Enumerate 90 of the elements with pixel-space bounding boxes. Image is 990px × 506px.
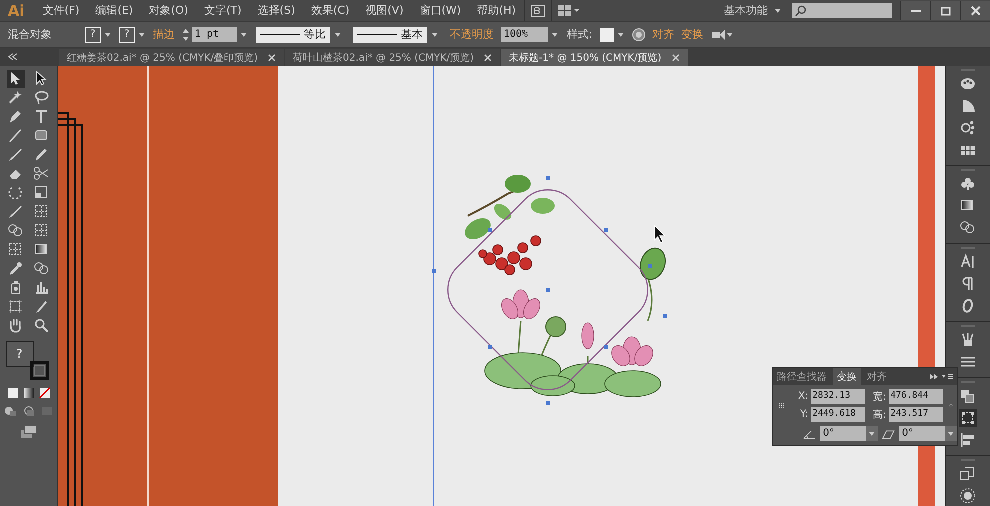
gradient-mode-icon[interactable] bbox=[22, 387, 34, 399]
panel-menu-icon[interactable] bbox=[941, 372, 953, 380]
search-icon bbox=[795, 4, 807, 16]
menu-item[interactable]: 视图(V) bbox=[358, 0, 412, 21]
search-icon[interactable] bbox=[32, 317, 50, 335]
tab-title: 未标题-1* @ 150% (CMYK/预览) bbox=[509, 52, 662, 64]
menu-item[interactable]: 帮助(H) bbox=[469, 0, 524, 21]
maximize-button[interactable] bbox=[930, 1, 960, 20]
field-label: 高: bbox=[872, 408, 887, 422]
value-field[interactable]: 2449.618 bbox=[810, 407, 865, 422]
line-icon[interactable] bbox=[6, 127, 24, 145]
field-label: Y: bbox=[799, 409, 809, 420]
caret-icon bbox=[104, 32, 112, 38]
caret-icon bbox=[138, 32, 146, 38]
document-tab[interactable]: 未标题-1* @ 150% (CMYK/预览) bbox=[501, 49, 688, 66]
cursor-icon bbox=[654, 225, 666, 244]
panel-tab[interactable]: 路径查找器 bbox=[773, 368, 831, 385]
menu-item[interactable]: 文字(T) bbox=[196, 0, 250, 21]
artboard-icon[interactable] bbox=[6, 298, 24, 316]
screen-mode-icon[interactable] bbox=[20, 425, 38, 439]
transform-icon[interactable] bbox=[959, 409, 977, 427]
fill-swatch[interactable]: ? bbox=[6, 341, 34, 367]
menu-item[interactable]: 对象(O) bbox=[141, 0, 196, 21]
stroke-swatch-icon[interactable] bbox=[30, 361, 50, 381]
tab-title: 红糖姜茶02.ai* @ 25% (CMYK/叠印预览) bbox=[67, 52, 258, 64]
angle-field[interactable]: 0° bbox=[820, 426, 878, 441]
value-field[interactable]: 2832.13 bbox=[810, 389, 865, 404]
graphic-style-dropdown[interactable] bbox=[600, 28, 625, 42]
align-icon[interactable] bbox=[959, 431, 977, 449]
brush-definition-dropdown[interactable]: 基本 bbox=[353, 26, 443, 42]
caret-icon bbox=[868, 430, 876, 436]
overlapping-squares-icon[interactable] bbox=[959, 387, 977, 405]
caret-icon bbox=[616, 32, 625, 38]
stepper-icon[interactable] bbox=[182, 28, 190, 42]
selection-type-label: 混合对象 bbox=[8, 27, 53, 42]
close-icon bbox=[968, 4, 982, 16]
stroke-line-icon bbox=[357, 32, 397, 38]
color-mode-icon[interactable] bbox=[6, 387, 18, 399]
brush-icon[interactable] bbox=[6, 203, 24, 221]
lasso-icon[interactable] bbox=[32, 89, 50, 107]
variable-width-profile-dropdown[interactable]: 等比 bbox=[256, 26, 346, 42]
draw-normal-icon[interactable] bbox=[4, 405, 18, 417]
layout-grid-icon bbox=[558, 4, 580, 16]
angle-field[interactable]: 0° bbox=[899, 426, 957, 441]
panel-tab[interactable]: 变换 bbox=[833, 368, 861, 385]
menu-item[interactable]: 文件(F) bbox=[34, 0, 88, 21]
document-tab[interactable]: 荷叶山楂茶02.ai* @ 25% (CMYK/预览) bbox=[285, 49, 500, 66]
sun-icon[interactable] bbox=[959, 487, 977, 505]
panel-tab[interactable]: 对齐 bbox=[863, 368, 891, 385]
menu-item[interactable]: 窗口(W) bbox=[412, 0, 470, 21]
style-label: 样式: bbox=[567, 27, 593, 42]
caret-icon bbox=[431, 32, 439, 38]
search-field[interactable] bbox=[792, 3, 892, 18]
caret-icon bbox=[947, 430, 955, 436]
expand-icon[interactable] bbox=[929, 372, 939, 380]
close-icon[interactable] bbox=[672, 54, 680, 62]
app-logo: Ai bbox=[7, 2, 26, 20]
minimize-icon bbox=[910, 10, 920, 12]
recolor-icon[interactable] bbox=[632, 28, 646, 42]
menu-item[interactable]: 选择(S) bbox=[250, 0, 304, 21]
caret-icon bbox=[774, 8, 782, 14]
field-label: X: bbox=[797, 391, 809, 402]
collapse-icon[interactable] bbox=[8, 53, 18, 61]
minimize-button[interactable] bbox=[900, 1, 930, 20]
workspace-switcher[interactable]: 基本功能 bbox=[714, 3, 792, 18]
stroke-line-icon bbox=[260, 32, 300, 38]
brush-icon[interactable] bbox=[6, 146, 24, 164]
value-field[interactable]: 476.844 bbox=[888, 389, 943, 404]
field-label: 宽: bbox=[872, 390, 887, 404]
caret-icon bbox=[334, 32, 342, 38]
document-tab[interactable]: 红糖姜茶02.ai* @ 25% (CMYK/叠印预览) bbox=[59, 49, 284, 66]
export-icon[interactable] bbox=[959, 465, 977, 483]
bridge-icon bbox=[531, 4, 546, 16]
menu-item[interactable]: 效果(C) bbox=[303, 0, 358, 21]
isolate-icon[interactable] bbox=[710, 28, 733, 42]
tab-title: 荷叶山楂茶02.ai* @ 25% (CMYK/预览) bbox=[293, 52, 474, 64]
close-icon[interactable] bbox=[268, 54, 276, 62]
draw-behind-icon[interactable] bbox=[22, 405, 36, 417]
value-field[interactable]: 243.517 bbox=[888, 407, 943, 422]
close-icon[interactable] bbox=[484, 54, 492, 62]
network-icon[interactable] bbox=[959, 119, 977, 137]
maximize-icon bbox=[938, 4, 952, 16]
menu-item[interactable]: 编辑(E) bbox=[88, 0, 142, 21]
scissors-icon[interactable] bbox=[32, 165, 50, 183]
club-icon[interactable] bbox=[959, 175, 977, 193]
shear-icon bbox=[882, 428, 896, 440]
close-button[interactable] bbox=[960, 1, 990, 20]
character-panel-icon[interactable] bbox=[959, 253, 977, 271]
pointer-icon[interactable] bbox=[6, 70, 24, 88]
none-mode-icon[interactable] bbox=[38, 387, 50, 399]
